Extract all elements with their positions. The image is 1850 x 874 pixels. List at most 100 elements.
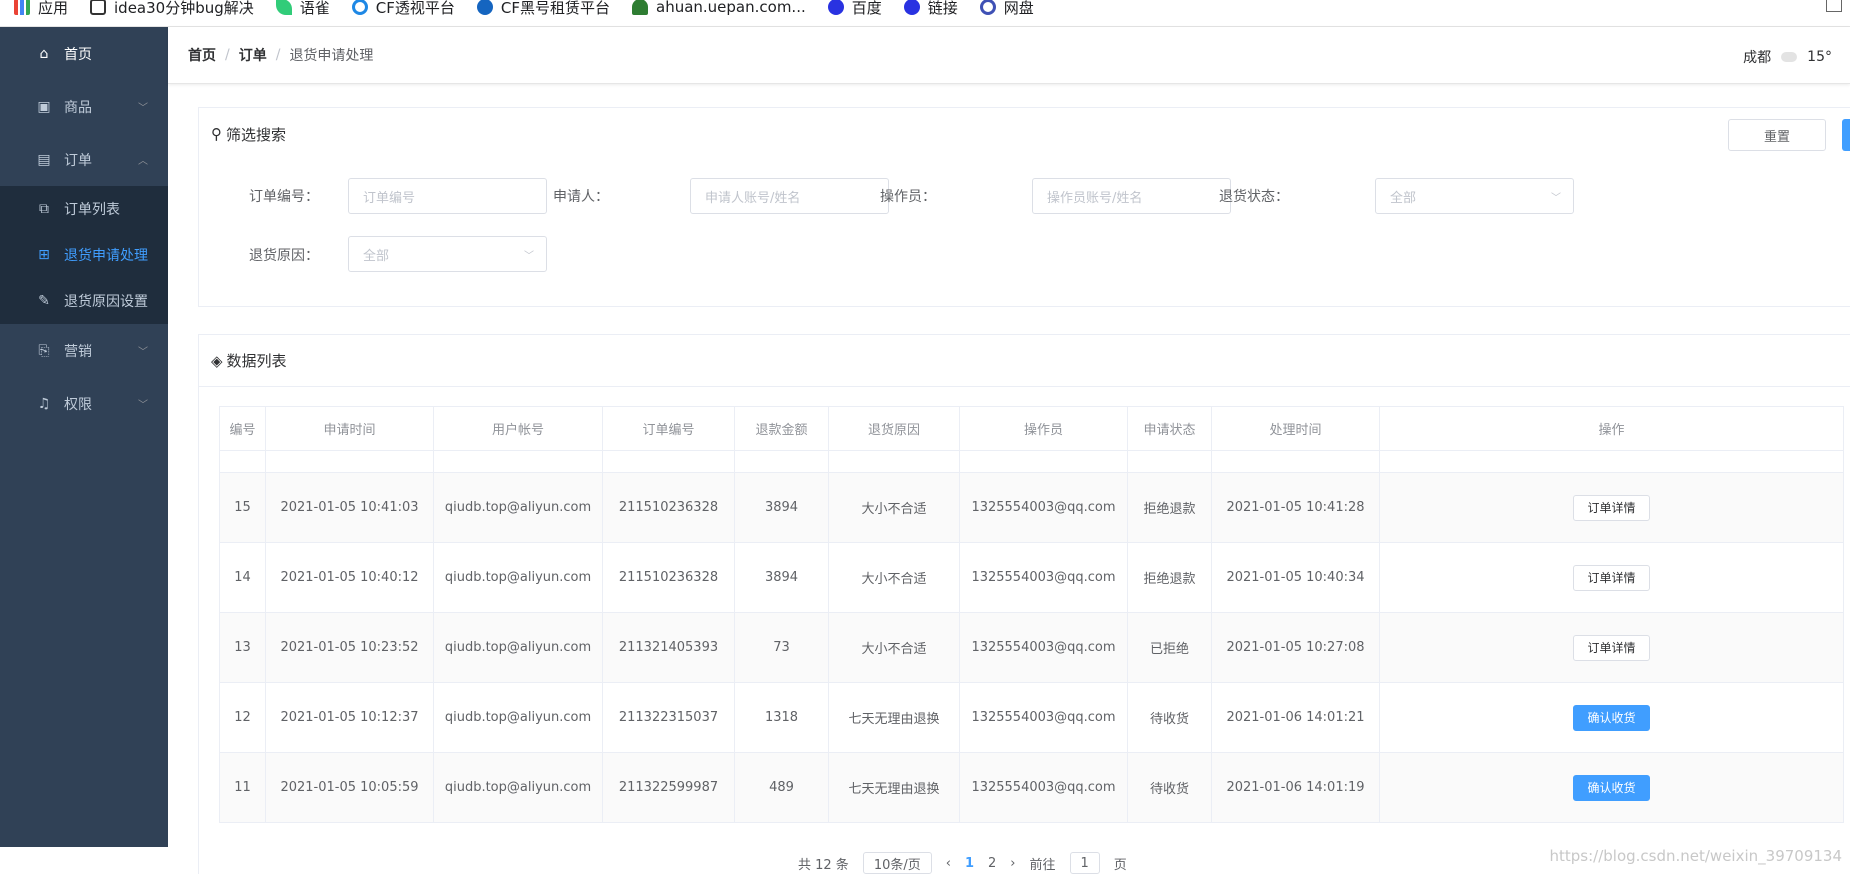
bookmark-cf-dark[interactable]: CF黑号租赁平台 [476, 0, 610, 18]
goto-page-input[interactable]: 1 [1069, 852, 1100, 874]
order-detail-button[interactable]: 订单详情 [1573, 634, 1650, 661]
reading-list-icon[interactable] [1826, 0, 1842, 12]
bookmark-link[interactable]: 链接 [903, 0, 958, 18]
list-title: 数据列表 [226, 352, 287, 370]
bookmark-idea[interactable]: idea30分钟bug解决 [90, 0, 254, 18]
link-icon [903, 0, 920, 15]
table-row: 11 2021-01-05 10:05:59 qiudb.top@aliyun.co… [219, 752, 1844, 823]
tree-icon [632, 0, 648, 15]
order-list-icon: ⧉ [39, 201, 49, 217]
prev-page-button[interactable]: ‹ [946, 856, 951, 871]
table-cell-handle-time: 2021-01-06 14:01:21 [1211, 682, 1380, 753]
bookmark-apps[interactable]: 应用 [14, 0, 68, 18]
return-status-label: 退货状态： [1219, 189, 1289, 205]
reset-button[interactable]: 重置 [1728, 119, 1826, 151]
sidebar-item-home[interactable]: ⌂ 首页 [0, 27, 168, 80]
bookmark-yuque[interactable]: 语雀 [275, 0, 330, 18]
order-detail-button[interactable]: 订单详情 [1573, 564, 1650, 591]
order-icon: ▤ [37, 151, 51, 168]
sidebar-item-order[interactable]: ▤ 订单 ︿ [0, 133, 168, 186]
bookmark-cf[interactable]: CF透视平台 [351, 0, 455, 18]
table-cell-amount: 3894 [734, 472, 829, 543]
permission-icon: ♫ [37, 395, 51, 412]
bookmark-ahuan[interactable]: ahuan.uepan.com... [632, 0, 806, 16]
confirm-receipt-button[interactable]: 确认收货 [1573, 704, 1650, 731]
return-apply-icon: ⊞ [38, 247, 50, 263]
column-header: 申请时间 [265, 406, 434, 451]
data-list-card: ◈ 数据列表 编号 申请时间 用户帐号 订单编号 退款金额 退货原因 操作员 申… [198, 334, 1850, 874]
table-cell-amount: 73 [734, 612, 829, 683]
pagination-total: 共 12 条 [798, 857, 849, 873]
sidebar-item-return-apply[interactable]: ⊞ 退货申请处理 [0, 232, 168, 278]
table-cell-reason: 大小不合适 [828, 612, 960, 683]
table-cell-handle-time: 2021-01-06 14:01:19 [1211, 752, 1380, 823]
page-number[interactable]: 2 [988, 856, 996, 871]
table-cell-apply-time: 2021-01-05 10:40:12 [265, 542, 434, 613]
weather-city: 成都 [1743, 50, 1772, 66]
table-cell-order-no: 211322315037 [602, 682, 735, 753]
column-header: 用户帐号 [433, 406, 603, 451]
goods-icon: ▣ [37, 98, 51, 115]
column-header: 订单编号 [602, 406, 735, 451]
table-cell-apply-time: 2021-01-05 10:41:03 [265, 472, 434, 543]
page-number[interactable]: 1 [965, 856, 974, 871]
baidu-icon [827, 0, 844, 15]
next-page-button[interactable]: › [1010, 856, 1015, 871]
table-cell-action: 订单详情 [1379, 612, 1844, 683]
sidebar-item-permission[interactable]: ♫ 权限 ﹀ [0, 377, 168, 430]
bookmark-netdisk[interactable]: 网盘 [979, 0, 1034, 18]
chevron-down-icon: ﹀ [1551, 192, 1561, 204]
table-cell-operator: 1325554003@qq.com [959, 612, 1128, 683]
table-cell-user: qiudb.top@aliyun.com [433, 752, 603, 823]
table-cell-id: 12 [219, 682, 266, 753]
table-header-row: 编号 申请时间 用户帐号 订单编号 退款金额 退货原因 操作员 申请状态 处理时… [219, 406, 1844, 451]
query-button[interactable]: 查询 [1842, 119, 1850, 151]
sidebar-item-return-reason[interactable]: ✎ 退货原因设置 [0, 278, 168, 324]
confirm-receipt-button[interactable]: 确认收货 [1573, 774, 1650, 801]
table-cell-action: 确认收货 [1379, 752, 1844, 823]
watermark: https://blog.csdn.net/weixin_39709134 [1549, 847, 1842, 865]
table-cell-reason: 七天无理由退换 [828, 752, 960, 823]
home-icon: ⌂ [39, 45, 49, 62]
column-header: 退款金额 [734, 406, 829, 451]
table-cell-order-no: 211322599987 [602, 752, 735, 823]
return-status-select[interactable]: 全部 ﹀ [1375, 178, 1574, 214]
table-cell-status: 拒绝退款 [1127, 542, 1212, 613]
table-cell-id: 15 [219, 472, 266, 543]
column-header: 操作 [1379, 406, 1844, 451]
return-reason-select[interactable]: 全部 ﹀ [348, 236, 547, 272]
table-cell-operator: 1325554003@qq.com [959, 542, 1128, 613]
breadcrumb-home[interactable]: 首页 [188, 45, 216, 65]
table-cell-status: 拒绝退款 [1127, 472, 1212, 543]
sidebar-item-order-list[interactable]: ⧉ 订单列表 [0, 186, 168, 232]
table-cell-operator: 1325554003@qq.com [959, 472, 1128, 543]
sidebar-item-marketing[interactable]: ⎘ 营销 ﹀ [0, 324, 168, 377]
table-cell-user: qiudb.top@aliyun.com [433, 542, 603, 613]
order-detail-button[interactable]: 订单详情 [1573, 494, 1650, 521]
table-cell-handle-time: 2021-01-05 10:40:34 [1211, 542, 1380, 613]
table-spacer-row [219, 450, 1844, 473]
goto-label: 前往 [1029, 857, 1056, 873]
table-cell-action: 订单详情 [1379, 542, 1844, 613]
yuque-icon [275, 0, 292, 15]
page-size-select[interactable]: 10条/页 [862, 852, 932, 874]
table-cell-order-no: 211510236328 [602, 472, 735, 543]
column-header: 编号 [219, 406, 266, 451]
layers-icon: ◈ [211, 351, 223, 370]
return-apply-table: 编号 申请时间 用户帐号 订单编号 退款金额 退货原因 操作员 申请状态 处理时… [219, 406, 1844, 823]
chevron-down-icon: ﹀ [138, 347, 148, 358]
table-cell-id: 11 [219, 752, 266, 823]
table-cell-apply-time: 2021-01-05 10:12:37 [265, 682, 434, 753]
chevron-down-icon: ﹀ [524, 250, 534, 262]
sidebar-item-goods[interactable]: ▣ 商品 ﹀ [0, 80, 168, 133]
table-cell-user: qiudb.top@aliyun.com [433, 612, 603, 683]
breadcrumb-order[interactable]: 订单 [239, 45, 267, 65]
bookmark-baidu[interactable]: 百度 [827, 0, 882, 18]
table-cell-apply-time: 2021-01-05 10:05:59 [265, 752, 434, 823]
list-header: ◈ 数据列表 [199, 335, 1850, 387]
page-unit-label: 页 [1113, 857, 1127, 873]
table-cell-id: 13 [219, 612, 266, 683]
table-cell-reason: 大小不合适 [828, 472, 960, 543]
order-no-label: 订单编号： [249, 189, 319, 205]
table-row: 13 2021-01-05 10:23:52 qiudb.top@aliyun.co… [219, 612, 1844, 683]
